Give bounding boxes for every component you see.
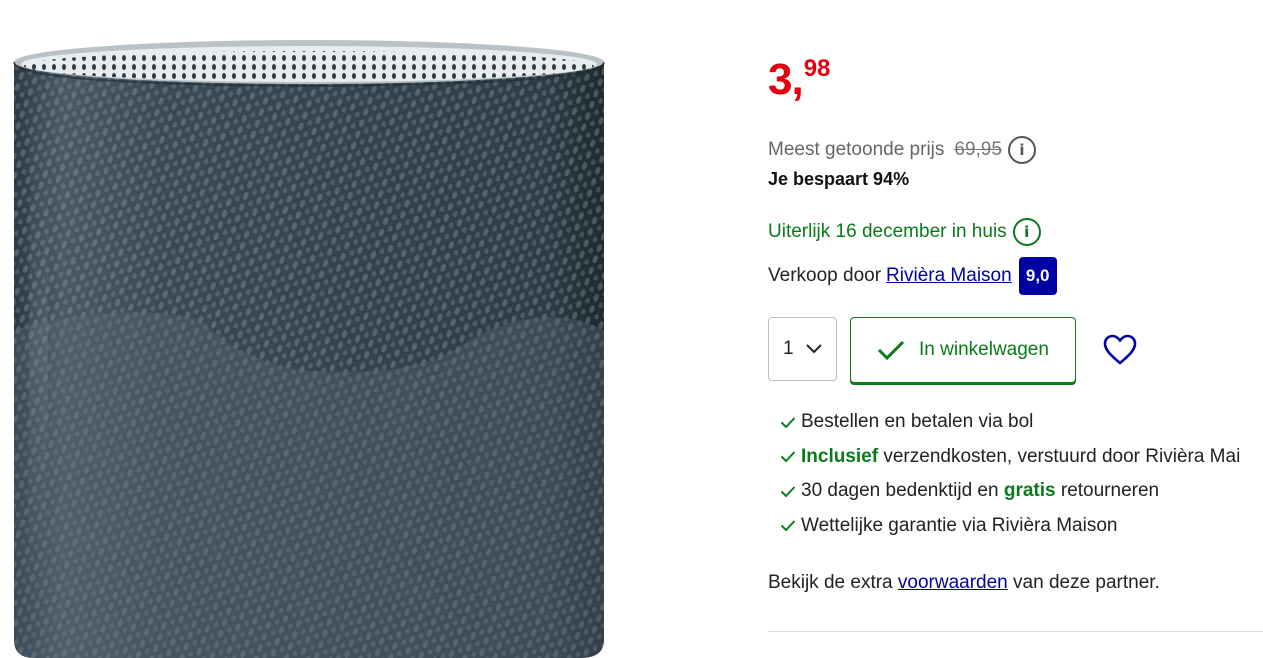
terms-link[interactable]: voorwaarden	[898, 572, 1008, 593]
partner-terms: Bekijk de extra voorwaarden van deze par…	[768, 572, 1160, 594]
usp-bold: Inclusief	[801, 445, 879, 467]
usp-text: Inclusief verzendkosten, verstuurd door …	[801, 446, 1240, 468]
usp-rest: verzendkosten, verstuurd door Rivièra Ma…	[878, 445, 1241, 467]
price-main: 3,	[768, 55, 804, 104]
terms-suffix: van deze partner.	[1007, 572, 1160, 593]
list-item: Bestellen en betalen via bol	[780, 405, 1240, 440]
seller-row: Verkoop door Rivièra Maison 9,0	[768, 257, 1057, 295]
list-item: Wettelijke garantie via Rivièra Maison	[780, 509, 1240, 544]
quantity-select[interactable]: 1	[768, 317, 837, 381]
cart-button-label: In winkelwagen	[919, 339, 1049, 360]
info-icon[interactable]: i	[1007, 136, 1036, 164]
terms-prefix: Bekijk de extra	[768, 572, 898, 593]
quantity-value: 1	[783, 338, 794, 359]
delivery-text: Uiterlijk 16 december in huis	[768, 221, 1007, 242]
usp-text: 30 dagen bedenktijd en gratis retournere…	[801, 480, 1159, 502]
vase-image	[13, 40, 605, 658]
usp-text: Bestellen en betalen via bol	[801, 411, 1034, 433]
check-icon	[780, 417, 796, 429]
check-icon	[780, 486, 796, 498]
product-image[interactable]	[0, 0, 635, 658]
usp-text: Wettelijke garantie via Rivièra Maison	[801, 514, 1118, 536]
heart-icon[interactable]	[1103, 334, 1137, 366]
in-cart-button[interactable]: In winkelwagen	[850, 317, 1076, 383]
list-item: Inclusief verzendkosten, verstuurd door …	[780, 440, 1240, 475]
price: 3,98	[768, 55, 831, 104]
chevron-down-icon	[805, 344, 822, 354]
delivery-info-icon[interactable]: i	[1012, 218, 1041, 246]
seller-prefix: Verkoop door	[768, 265, 882, 286]
saving-text: Je bespaart 94%	[768, 169, 910, 189]
usp-part: retourneren	[1055, 480, 1160, 502]
check-icon	[877, 340, 905, 361]
list-item: 30 dagen bedenktijd en gratis retournere…	[780, 474, 1240, 509]
usp-bold: gratis	[1003, 480, 1056, 502]
check-icon	[780, 451, 796, 463]
usp-list: Bestellen en betalen via bol Inclusief v…	[780, 405, 1240, 543]
reference-price-label: Meest getoonde prijs	[768, 139, 945, 160]
reference-price-value: 69,95	[954, 139, 1002, 160]
divider	[768, 631, 1263, 632]
product-buy-block: 3,98 Meest getoonde prijs 69,95 i Je bes…	[768, 0, 1263, 658]
seller-rating-badge: 9,0	[1018, 257, 1057, 295]
reference-price-row: Meest getoonde prijs 69,95 i	[768, 136, 1036, 164]
price-cents: 98	[803, 55, 831, 82]
delivery-row: Uiterlijk 16 december in huis i	[768, 218, 1041, 246]
check-icon	[780, 520, 796, 532]
seller-link[interactable]: Rivièra Maison	[886, 265, 1012, 287]
usp-part: 30 dagen bedenktijd en	[801, 480, 1004, 502]
